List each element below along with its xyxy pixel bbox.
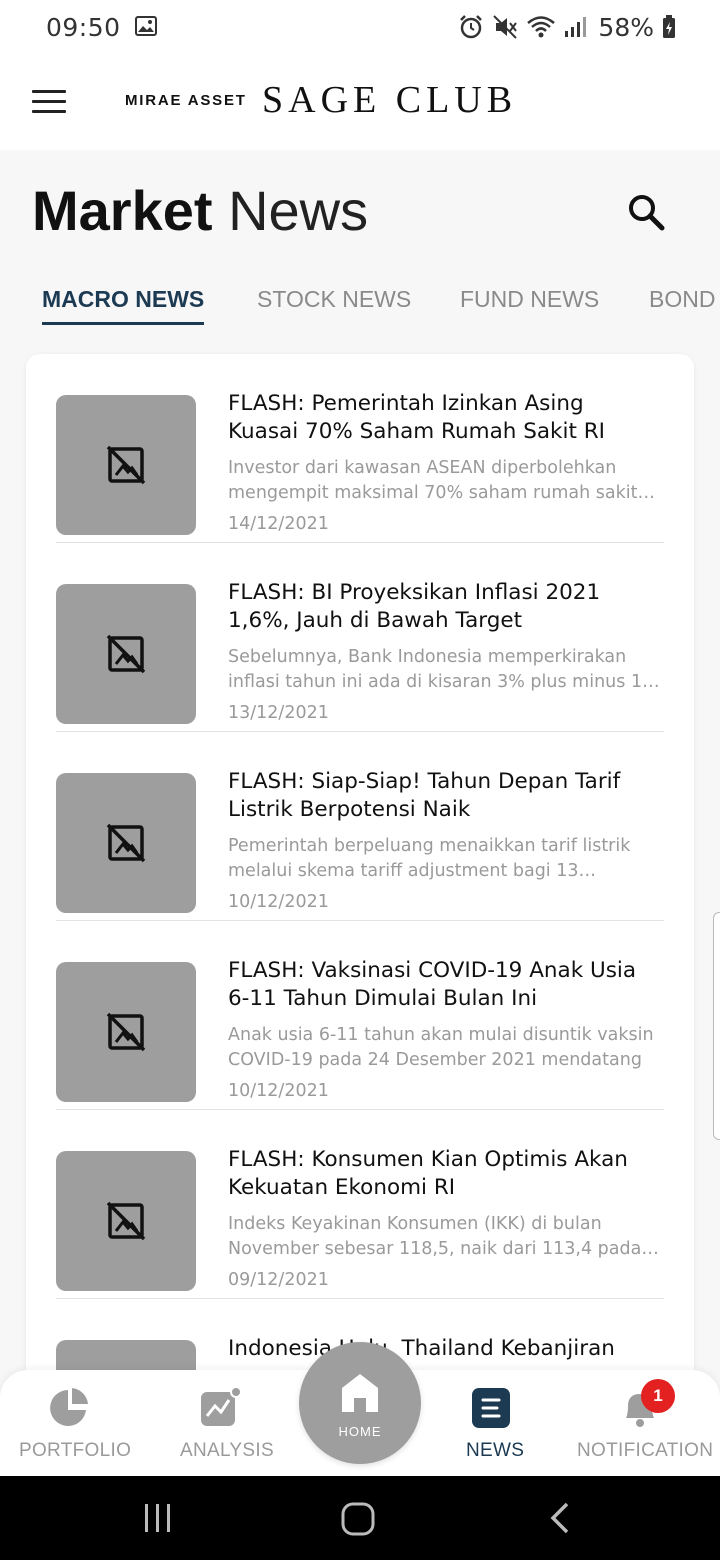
system-nav-bar [0, 1476, 720, 1560]
hamburger-menu-icon[interactable] [32, 90, 66, 116]
brand-sage-club: SAGE CLUB [262, 79, 518, 121]
news-item[interactable]: FLASH: Konsumen Kian Optimis Akan Kekuat… [56, 1110, 664, 1299]
tab-macro-news[interactable]: MACRO NEWS [42, 286, 205, 325]
nav-portfolio-label: PORTFOLIO [19, 1440, 132, 1461]
status-bar: 09:50 58% [0, 0, 720, 54]
news-description: Pemerintah berpeluang menaikkan tarif li… [228, 836, 631, 881]
news-description: Anak usia 6-11 tahun akan mulai disuntik… [228, 1025, 654, 1070]
home-label: HOME [338, 1424, 382, 1439]
nav-notification-label: NOTIFICATION [577, 1440, 714, 1461]
nav-portfolio[interactable]: PORTFOLIO [0, 1370, 140, 1476]
nav-news-label: NEWS [466, 1440, 525, 1461]
image-placeholder-icon [56, 1151, 196, 1291]
news-date: 14/12/2021 [228, 514, 329, 534]
page-title-bold: Market [32, 179, 213, 242]
news-date: 10/12/2021 [228, 892, 329, 912]
signal-icon [564, 16, 587, 38]
notification-badge: 1 [641, 1379, 675, 1413]
page-title: Market News [32, 178, 368, 243]
wifi-icon [526, 15, 556, 39]
image-placeholder-icon [56, 773, 196, 913]
news-title: FLASH: BI Proyeksikan Inflasi 2021 1,6%,… [228, 580, 601, 633]
news-date: 13/12/2021 [228, 703, 329, 723]
tab-fund-news[interactable]: FUND NEWS [460, 286, 599, 313]
news-item[interactable]: FLASH: BI Proyeksikan Inflasi 2021 1,6%,… [56, 543, 664, 732]
nav-analysis-label: ANALYSIS [180, 1440, 274, 1461]
news-item[interactable]: FLASH: Vaksinasi COVID-19 Anak Usia 6-11… [56, 921, 664, 1110]
mute-icon [492, 14, 518, 40]
news-description: Sebelumnya, Bank Indonesia memperkirakan… [228, 647, 659, 692]
news-date: 09/12/2021 [228, 1270, 329, 1290]
back-icon[interactable] [547, 1502, 573, 1538]
nav-news[interactable]: NEWS [450, 1370, 534, 1476]
home-circle-icon[interactable] [341, 1502, 375, 1540]
status-time: 09:50 [46, 12, 121, 42]
brand-mirae-asset: MIRAE ASSET [125, 92, 247, 109]
nav-notification[interactable]: 1 NOTIFICATION [566, 1370, 716, 1476]
news-title: FLASH: Siap-Siap! Tahun Depan Tarif List… [228, 769, 621, 822]
news-title: FLASH: Konsumen Kian Optimis Akan Kekuat… [228, 1147, 628, 1200]
news-list: FLASH: Pemerintah Izinkan Asing Kuasai 7… [26, 354, 694, 1394]
pie-chart-icon [48, 1386, 92, 1430]
news-title: FLASH: Vaksinasi COVID-19 Anak Usia 6-11… [228, 958, 637, 1011]
battery-icon [662, 15, 676, 39]
nav-analysis[interactable]: ANALYSIS [160, 1370, 280, 1476]
page-title-light: News [228, 179, 369, 242]
news-item[interactable]: FLASH: Pemerintah Izinkan Asing Kuasai 7… [56, 354, 664, 543]
news-description: Investor dari kawasan ASEAN diperbolehka… [228, 458, 644, 503]
tab-bond-news[interactable]: BOND NEWS [649, 286, 720, 313]
news-item[interactable]: FLASH: Siap-Siap! Tahun Depan Tarif List… [56, 732, 664, 921]
app-header: MIRAE ASSET SAGE CLUB [0, 54, 720, 150]
gallery-icon [134, 13, 157, 42]
news-date: 10/12/2021 [228, 1081, 329, 1101]
home-button[interactable]: HOME [299, 1342, 421, 1464]
search-icon[interactable] [626, 192, 666, 232]
alarm-icon [458, 14, 484, 40]
status-icons: 58% [458, 13, 676, 42]
battery-percent: 58% [598, 12, 654, 42]
news-icon [470, 1386, 514, 1430]
tab-stock-news[interactable]: STOCK NEWS [257, 286, 411, 313]
news-tabs: MACRO NEWS STOCK NEWS FUND NEWS BOND NEW… [0, 282, 720, 332]
image-placeholder-icon [56, 962, 196, 1102]
analysis-chart-icon [198, 1386, 242, 1430]
image-placeholder-icon [56, 584, 196, 724]
news-title: Indonesia Unlu, Thailand Kebanjiran [228, 1336, 615, 1361]
news-description: Indeks Keyakinan Konsumen (IKK) di bulan… [228, 1214, 642, 1259]
home-icon [342, 1374, 378, 1412]
side-panel-handle[interactable] [713, 912, 720, 1140]
recent-apps-icon[interactable] [142, 1502, 174, 1538]
image-placeholder-icon [56, 395, 196, 535]
news-title: FLASH: Pemerintah Izinkan Asing Kuasai 7… [228, 391, 606, 444]
